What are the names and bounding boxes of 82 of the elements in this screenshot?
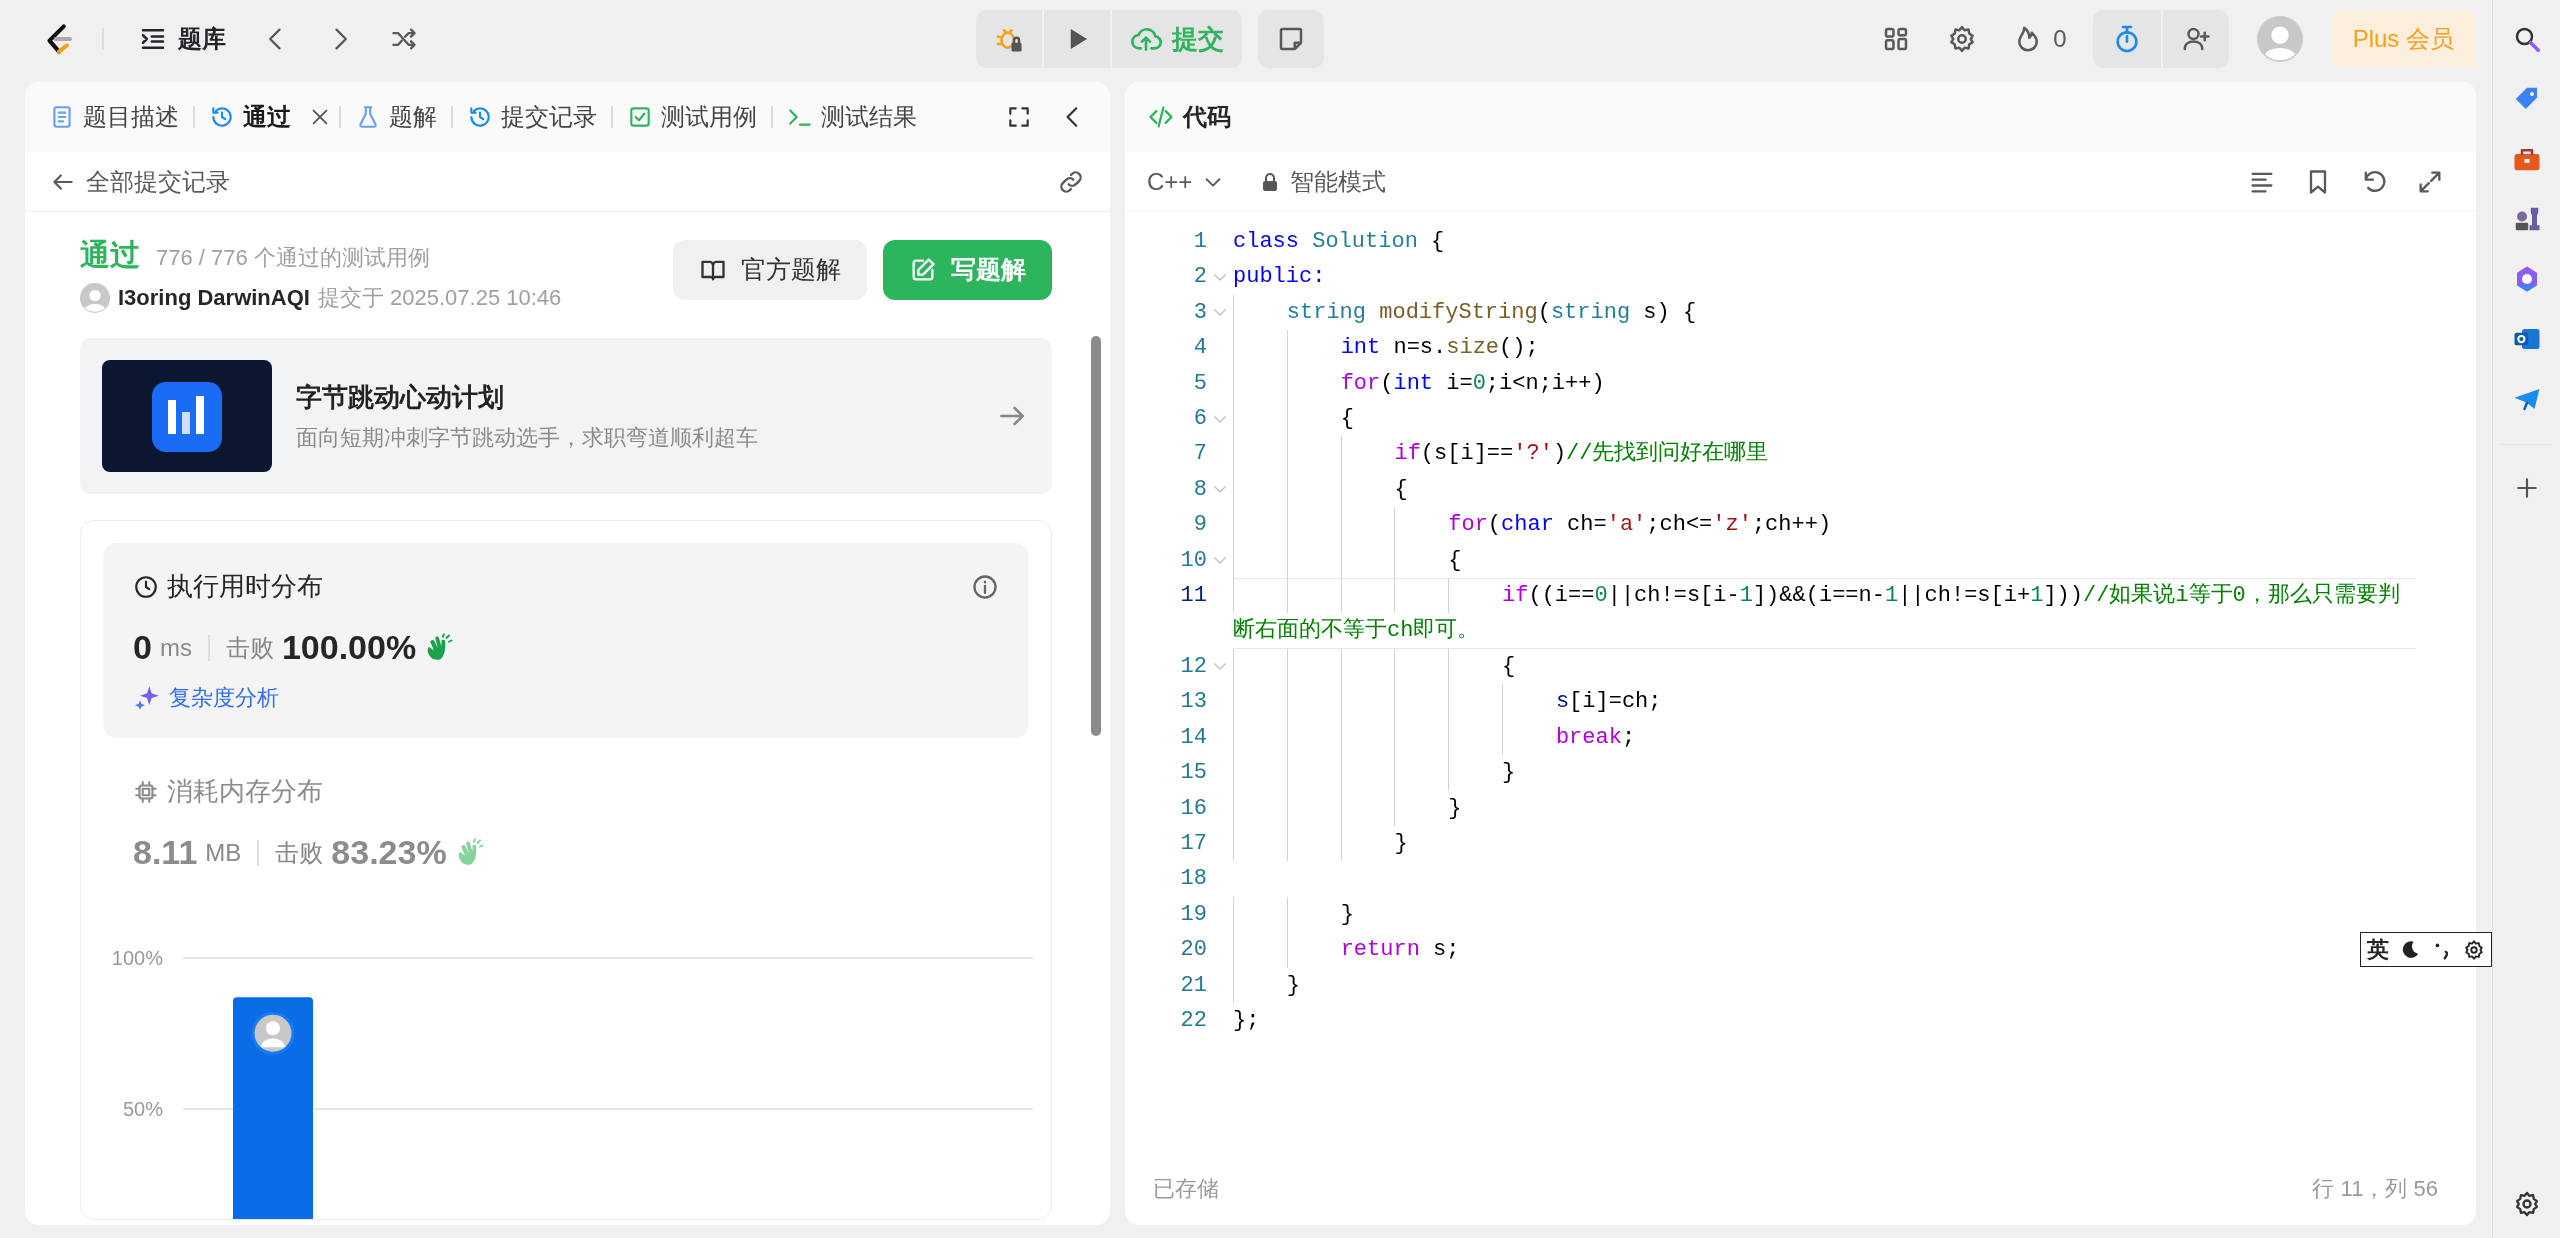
- cursor-position: 行 11，列 56: [2312, 1174, 2438, 1203]
- mode-label: 智能模式: [1290, 166, 1387, 197]
- line-number: 22: [1180, 1006, 1207, 1035]
- complexity-analysis-link[interactable]: 复杂度分析: [133, 681, 279, 714]
- code-line: if((i==0||ch!=s[i-1])&&(i==n-1||ch!=s[i+1]))//如果说i等于0，那么只需要判断右面的不等于ch即可。: [1233, 578, 2416, 649]
- info-icon[interactable]: [971, 572, 999, 601]
- code-line: {: [1233, 648, 2416, 685]
- line-number: 3: [1193, 298, 1207, 327]
- line-number: 8: [1193, 475, 1207, 504]
- fullscreen-icon: [1006, 104, 1032, 130]
- line-number: 6: [1193, 405, 1207, 434]
- promo-card[interactable]: 字节跳动心动计划 面向短期冲刺字节跳动选手，求职弯道顺利超车: [80, 338, 1052, 494]
- history-icon: [209, 104, 235, 130]
- tab[interactable]: 测试用例: [617, 95, 767, 139]
- settings-icon: [2463, 938, 2485, 961]
- code-line: public:: [1233, 263, 1327, 292]
- streak-button[interactable]: 0: [2003, 15, 2077, 63]
- code-line: s[i]=ch;: [1233, 684, 2416, 720]
- code-line: };: [1233, 1006, 1261, 1035]
- code-line: }: [1233, 825, 2416, 862]
- line-number: 21: [1180, 971, 1207, 1000]
- line-number: 19: [1180, 900, 1207, 929]
- line-number: 2: [1193, 263, 1207, 292]
- metric-value: 0: [133, 627, 152, 668]
- avatar-icon: [80, 282, 110, 313]
- beats-percent: 100.00%: [281, 627, 417, 668]
- code-line: for(int i=0;i<n;i++): [1233, 365, 2416, 402]
- line-number: 17: [1180, 829, 1207, 858]
- code-line: }: [1233, 755, 2416, 791]
- username[interactable]: I3oring DarwinAQI: [118, 281, 310, 314]
- line-number: 15: [1180, 759, 1207, 788]
- code-line: }: [1233, 967, 2416, 1003]
- code-line: string modifyString(string s) {: [1233, 294, 2416, 331]
- problem-bank-link[interactable]: 题库: [128, 15, 236, 63]
- code-line: }: [1233, 896, 2416, 933]
- submit-time: 提交于 2025.07.25 10:46: [317, 284, 562, 312]
- language-dropdown[interactable]: C++: [1147, 157, 1235, 206]
- save-status: 已存储: [1153, 1174, 1219, 1203]
- clock-icon: [133, 573, 159, 600]
- line-number: 5: [1193, 369, 1207, 398]
- history-icon: [467, 104, 493, 130]
- code-line: break;: [1233, 719, 2416, 756]
- code-line: for(char ch='a';ch<='z';ch++): [1233, 507, 2416, 543]
- test-summary: 776 / 776 个通过的测试用例: [156, 244, 430, 272]
- ime-toolbar[interactable]: 英: [2360, 932, 2492, 967]
- line-number: 10: [1180, 546, 1207, 575]
- tab[interactable]: 题解: [345, 95, 447, 139]
- code-line: }: [1233, 790, 2416, 826]
- ime-language[interactable]: 英: [2367, 933, 2389, 966]
- promo-subtitle: 面向短期冲刺字节跳动选手，求职弯道顺利超车: [296, 424, 759, 452]
- line-number: 11: [1180, 582, 1207, 611]
- back-link[interactable]: 全部提交记录: [50, 157, 240, 206]
- code-line: class Solution {: [1233, 228, 1446, 256]
- official-solution-button[interactable]: 官方题解: [673, 240, 867, 300]
- line-number: 13: [1180, 688, 1207, 717]
- checkbox-icon: [627, 104, 653, 130]
- panel-title: 代码: [1183, 102, 1231, 132]
- line-number: 1: [1193, 228, 1207, 256]
- distribution-card[interactable]: 执行用时分布 0 ms 击败 100.00% 复杂度分析: [103, 543, 1029, 738]
- code-line: {: [1233, 471, 2416, 508]
- line-number: 20: [1180, 936, 1207, 965]
- tab[interactable]: 通过: [199, 95, 301, 139]
- line-number: 12: [1180, 652, 1207, 681]
- tab[interactable]: 题目描述: [39, 95, 189, 139]
- metric-unit: ms: [159, 632, 192, 663]
- line-number: 9: [1193, 511, 1207, 540]
- code-line: int n=s.size();: [1233, 330, 2416, 366]
- tab[interactable]: 提交记录: [457, 95, 607, 139]
- line-number: 14: [1180, 723, 1207, 752]
- tab[interactable]: 测试结果: [777, 95, 927, 139]
- code-line: if(s[i]=='?')//先找到问好在哪里: [1233, 436, 2416, 472]
- code-line: {: [1233, 542, 2416, 579]
- code-line: {: [1233, 401, 2416, 437]
- line-number: 16: [1180, 794, 1207, 823]
- distribution-title: 执行用时分布: [167, 570, 323, 603]
- promo-title: 字节跳动心动计划: [296, 381, 505, 414]
- line-number: 18: [1180, 865, 1207, 894]
- beats-label: 击败: [225, 632, 274, 663]
- status-text: 通过: [80, 237, 140, 273]
- app-logo-icon: [102, 360, 272, 472]
- line-number: 7: [1193, 440, 1207, 469]
- line-number: 4: [1193, 334, 1207, 363]
